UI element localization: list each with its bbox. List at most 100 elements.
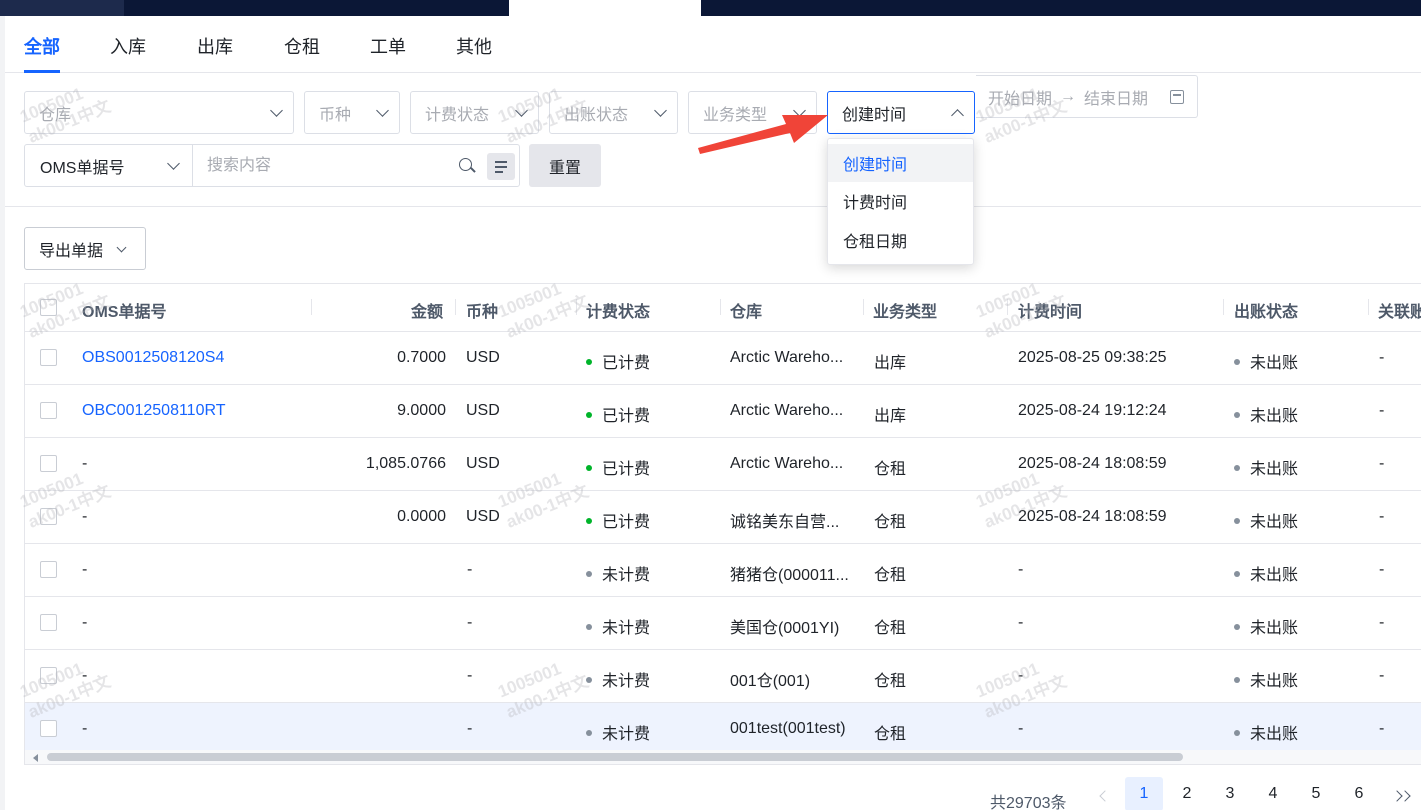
option-billing-time[interactable]: 计费时间: [828, 182, 973, 220]
cell-warehouse: 美国仓(0001YI): [730, 620, 840, 637]
cell-business-type: 出库: [874, 408, 907, 425]
export-button[interactable]: 导出单据: [24, 227, 146, 270]
status-dot: [586, 411, 592, 418]
column-divider: [1368, 299, 1369, 315]
status-dot: [586, 676, 592, 683]
total-count: 共29703条: [990, 795, 1067, 810]
tab-all[interactable]: 全部: [24, 33, 60, 73]
status-dot: [1234, 358, 1240, 365]
tab-other[interactable]: 其他: [456, 33, 492, 73]
row-checkbox[interactable]: [40, 667, 57, 684]
option-storage-date[interactable]: 仓租日期: [828, 221, 973, 259]
cell-business-type: 仓租: [874, 620, 907, 637]
cell-bill-status: 未出账: [1234, 508, 1359, 532]
row-checkbox[interactable]: [40, 720, 57, 737]
table-row[interactable]: - - 未计费 001test(001test) 仓租 - 未出账 -: [25, 703, 1421, 756]
batch-search-icon[interactable]: [487, 153, 515, 180]
currency-select[interactable]: 币种: [304, 91, 400, 134]
arrow-right-icon: →: [1060, 87, 1077, 105]
page-3[interactable]: 3: [1211, 777, 1249, 810]
end-date-input[interactable]: 结束日期: [1084, 85, 1148, 109]
row-checkbox[interactable]: [40, 508, 57, 525]
status-dot: [1234, 729, 1240, 736]
bill-status-text: 未出账: [1250, 567, 1299, 584]
cell-oms-no[interactable]: OBC0012508110RT: [82, 402, 302, 420]
cell-business-type: 出库: [874, 355, 907, 372]
page-6[interactable]: 6: [1340, 777, 1378, 810]
cell-oms-no: -: [82, 508, 88, 525]
reset-button[interactable]: 重置: [529, 144, 601, 187]
table-row[interactable]: - - 未计费 001仓(001) 仓租 - 未出账 -: [25, 650, 1421, 703]
row-checkbox[interactable]: [40, 349, 57, 366]
page-1[interactable]: 1: [1125, 777, 1163, 810]
cell-oms-no[interactable]: OBS0012508120S4: [82, 349, 302, 367]
tab-storage-rent[interactable]: 仓租: [284, 33, 320, 73]
row-checkbox[interactable]: [40, 614, 57, 631]
tab-inbound[interactable]: 入库: [110, 33, 146, 73]
scroll-left-icon[interactable]: [33, 754, 38, 762]
column-resizer[interactable]: [311, 299, 312, 315]
calendar-icon[interactable]: [1170, 90, 1184, 104]
tab-outbound[interactable]: 出库: [197, 33, 233, 73]
table-row[interactable]: OBC0012508110RT 9.0000 USD 已计费 Arctic Wareho…: [25, 385, 1421, 438]
status-dot: [1234, 623, 1240, 630]
top-bar-active-tab: [509, 0, 701, 16]
table-row[interactable]: - - 未计费 美国仓(0001YI) 仓租 - 未出账 -: [25, 597, 1421, 650]
top-bar-segment: [0, 0, 124, 16]
cell-warehouse: 诚铭美东自营...: [730, 514, 840, 531]
row-checkbox[interactable]: [40, 402, 57, 419]
bill-status-text: 未出账: [1250, 620, 1299, 637]
billing-status-select[interactable]: 计费状态: [410, 91, 539, 134]
warehouse-select-placeholder: 仓库: [39, 106, 72, 124]
horizontal-scrollbar[interactable]: [25, 750, 1421, 764]
currency-select-placeholder: 币种: [319, 106, 352, 124]
column-warehouse: 仓库: [730, 304, 763, 321]
cell-linked-bill: -: [1379, 455, 1385, 472]
time-type-select[interactable]: 创建时间: [827, 91, 975, 134]
category-tabs: 全部 入库 出库 仓租 工单 其他: [5, 16, 1421, 73]
table-row[interactable]: - 1,085.0766 USD 已计费 Arctic Wareho... 仓租 2025-…: [25, 438, 1421, 491]
search-icon[interactable]: [459, 158, 472, 171]
cell-oms-no: -: [82, 614, 88, 631]
cell-billing-status: 未计费: [586, 614, 711, 638]
chevron-down-icon: [376, 104, 389, 117]
bill-status-select[interactable]: 出账状态: [549, 91, 678, 134]
bill-status-text: 未出账: [1250, 408, 1299, 425]
table-row[interactable]: - - 未计费 猪猪仓(000011... 仓租 - 未出账 -: [25, 544, 1421, 597]
column-oms-no: OMS单据号: [82, 304, 167, 321]
row-checkbox[interactable]: [40, 561, 57, 578]
option-create-time[interactable]: 创建时间: [828, 144, 973, 182]
page-5[interactable]: 5: [1297, 777, 1335, 810]
table-row[interactable]: OBS0012508120S4 0.7000 USD 已计费 Arctic Wareho…: [25, 332, 1421, 385]
prev-page-icon[interactable]: [1099, 790, 1111, 802]
cell-linked-bill: -: [1379, 561, 1385, 578]
cell-billing-time: -: [1018, 561, 1024, 578]
chevron-down-icon: [515, 104, 528, 117]
cell-billing-time: 2025-08-24 18:08:59: [1018, 508, 1167, 525]
search-input[interactable]: [195, 145, 455, 186]
cell-bill-status: 未出账: [1234, 455, 1359, 479]
cell-currency: -: [467, 667, 473, 684]
status-dot: [1234, 676, 1240, 683]
cell-oms-no: -: [82, 720, 88, 737]
bill-status-text: 未出账: [1250, 461, 1299, 478]
cell-linked-bill: -: [1379, 614, 1385, 631]
warehouse-select[interactable]: 仓库: [24, 91, 294, 134]
status-dot: [586, 623, 592, 630]
search-group: OMS单据号: [24, 144, 520, 187]
bill-status-text: 未出账: [1250, 673, 1299, 690]
page-2[interactable]: 2: [1168, 777, 1206, 810]
bill-status-placeholder: 出账状态: [564, 106, 629, 124]
next-page-icon[interactable]: [1399, 790, 1411, 802]
cell-billing-status: 已计费: [586, 402, 711, 426]
cell-billing-time: -: [1018, 614, 1024, 631]
page-4[interactable]: 4: [1254, 777, 1292, 810]
table-row[interactable]: - 0.0000 USD 已计费 诚铭美东自营... 仓租 2025-08-24 18:08…: [25, 491, 1421, 544]
row-checkbox[interactable]: [40, 455, 57, 472]
scrollbar-thumb[interactable]: [47, 753, 1183, 761]
search-type-select[interactable]: OMS单据号: [25, 145, 193, 186]
start-date-input[interactable]: 开始日期: [988, 85, 1052, 109]
select-all-checkbox[interactable]: [40, 299, 57, 316]
tab-work-order[interactable]: 工单: [370, 33, 406, 73]
date-range-picker[interactable]: 开始日期 → 结束日期: [976, 75, 1198, 118]
